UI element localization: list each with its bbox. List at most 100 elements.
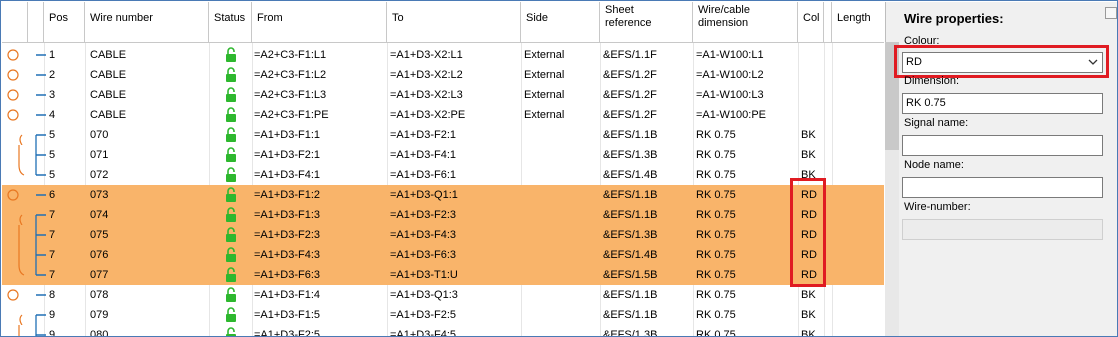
cell-sheet-reference[interactable]: &EFS/1.1F	[603, 45, 657, 65]
table-row[interactable]: 4 CABLE =A2+C3-F1:PE =A1+D3-X2:PE External &E…	[2, 105, 884, 125]
cell-sheet-reference[interactable]: &EFS/1.1B	[603, 285, 657, 305]
cell-from[interactable]: =A1+D3-F1:1	[254, 125, 320, 145]
cell-dimension[interactable]: RK 0.75	[696, 285, 736, 305]
cell-to[interactable]: =A1+D3-X2:L2	[390, 65, 463, 85]
cell-sheet-reference[interactable]: &EFS/1.3B	[603, 225, 657, 245]
cell-to[interactable]: =A1+D3-F2:3	[390, 205, 456, 225]
cell-wire-number[interactable]: 075	[90, 225, 108, 245]
cell-wire-number[interactable]: 074	[90, 205, 108, 225]
cell-to[interactable]: =A1+D3-X2:L1	[390, 45, 463, 65]
cell-to[interactable]: =A1+D3-F2:1	[390, 125, 456, 145]
unlocked-status-icon[interactable]	[225, 87, 237, 103]
cell-dimension[interactable]: =A1-W100:PE	[696, 105, 766, 125]
cell-wire-number[interactable]: CABLE	[90, 85, 126, 105]
header-to[interactable]: To	[387, 2, 521, 43]
header-sheet-reference[interactable]: Sheet reference	[600, 2, 693, 43]
cell-wire-number[interactable]: 077	[90, 265, 108, 285]
cell-from[interactable]: =A1+D3-F6:3	[254, 265, 320, 285]
cell-to[interactable]: =A1+D3-F2:5	[390, 305, 456, 325]
cell-colour[interactable]: BK	[801, 125, 816, 145]
cell-to[interactable]: =A1+D3-T1:U	[390, 265, 458, 285]
cell-pos[interactable]: 1	[49, 45, 55, 65]
cell-side[interactable]: External	[524, 45, 564, 65]
cell-from[interactable]: =A1+D3-F4:1	[254, 165, 320, 185]
table-row[interactable]: 9 079 =A1+D3-F1:5 =A1+D3-F2:5 &EFS/1.1B RK 0.…	[2, 305, 884, 325]
header-length[interactable]: Length	[832, 2, 884, 43]
header-pos[interactable]: Pos	[44, 2, 85, 43]
cell-to[interactable]: =A1+D3-X2:PE	[390, 105, 465, 125]
cell-to[interactable]: =A1+D3-Q1:3	[390, 285, 458, 305]
cell-wire-number[interactable]: 076	[90, 245, 108, 265]
cell-pos[interactable]: 9	[49, 305, 55, 325]
header-status[interactable]: Status	[209, 2, 252, 43]
cell-pos[interactable]: 4	[49, 105, 55, 125]
signal-name-field[interactable]	[902, 135, 1103, 156]
cell-to[interactable]: =A1+D3-F4:1	[390, 145, 456, 165]
header-colour[interactable]: Col	[798, 2, 824, 43]
header-side[interactable]: Side	[521, 2, 600, 43]
cell-sheet-reference[interactable]: &EFS/1.1B	[603, 205, 657, 225]
cell-sheet-reference[interactable]: &EFS/1.3B	[603, 145, 657, 165]
panel-close-icon[interactable]	[1105, 7, 1117, 19]
unlocked-status-icon[interactable]	[225, 187, 237, 203]
cell-dimension[interactable]: =A1-W100:L3	[696, 85, 764, 105]
unlocked-status-icon[interactable]	[225, 227, 237, 243]
cell-pos[interactable]: 3	[49, 85, 55, 105]
cell-pos[interactable]: 7	[49, 245, 55, 265]
cell-from[interactable]: =A2+C3-F1:PE	[254, 105, 329, 125]
cell-from[interactable]: =A2+C3-F1:L3	[254, 85, 326, 105]
cell-dimension[interactable]: RK 0.75	[696, 305, 736, 325]
table-row[interactable]: 5 072 =A1+D3-F4:1 =A1+D3-F6:1 &EFS/1.4B RK 0.…	[2, 165, 884, 185]
table-row[interactable]: 7 075 =A1+D3-F2:3 =A1+D3-F4:3 &EFS/1.3B RK 0.…	[2, 225, 884, 245]
table-row[interactable]: 8 078 =A1+D3-F1:4 =A1+D3-Q1:3 &EFS/1.1B RK 0.…	[2, 285, 884, 305]
unlocked-status-icon[interactable]	[225, 307, 237, 323]
table-row[interactable]: 9 080 =A1+D3-F2:5 =A1+D3-F4:5 &EFS/1.3B RK 0.…	[2, 325, 884, 337]
unlocked-status-icon[interactable]	[225, 47, 237, 63]
header-from[interactable]: From	[252, 2, 387, 43]
cell-side[interactable]: External	[524, 85, 564, 105]
cell-side[interactable]: External	[524, 105, 564, 125]
cell-wire-number[interactable]: 070	[90, 125, 108, 145]
cell-from[interactable]: =A1+D3-F1:2	[254, 185, 320, 205]
cell-from[interactable]: =A1+D3-F2:5	[254, 325, 320, 336]
table-row[interactable]: 2 CABLE =A2+C3-F1:L2 =A1+D3-X2:L2 External &E…	[2, 65, 884, 85]
table-row[interactable]: 5 071 =A1+D3-F2:1 =A1+D3-F4:1 &EFS/1.3B RK 0.…	[2, 145, 884, 165]
cell-to[interactable]: =A1+D3-Q1:1	[390, 185, 458, 205]
table-row[interactable]: 1 CABLE =A2+C3-F1:L1 =A1+D3-X2:L1 External &E…	[2, 45, 884, 65]
cell-from[interactable]: =A1+D3-F1:4	[254, 285, 320, 305]
cell-to[interactable]: =A1+D3-F6:1	[390, 165, 456, 185]
cell-colour[interactable]: BK	[801, 305, 816, 325]
cell-wire-number[interactable]: CABLE	[90, 65, 126, 85]
unlocked-status-icon[interactable]	[225, 207, 237, 223]
cell-from[interactable]: =A1+D3-F2:3	[254, 225, 320, 245]
cell-dimension[interactable]: RK 0.75	[696, 165, 736, 185]
cell-dimension[interactable]: RK 0.75	[696, 125, 736, 145]
cell-pos[interactable]: 7	[49, 265, 55, 285]
cell-from[interactable]: =A1+D3-F4:3	[254, 245, 320, 265]
cell-sheet-reference[interactable]: &EFS/1.3B	[603, 325, 657, 336]
unlocked-status-icon[interactable]	[225, 107, 237, 123]
cell-dimension[interactable]: RK 0.75	[696, 245, 736, 265]
table-row[interactable]: 7 076 =A1+D3-F4:3 =A1+D3-F6:3 &EFS/1.4B RK 0.…	[2, 245, 884, 265]
cell-wire-number[interactable]: 078	[90, 285, 108, 305]
cell-colour[interactable]: BK	[801, 285, 816, 305]
cell-sheet-reference[interactable]: &EFS/1.1B	[603, 125, 657, 145]
cell-wire-number[interactable]: 073	[90, 185, 108, 205]
table-row[interactable]: 7 077 =A1+D3-F6:3 =A1+D3-T1:U &EFS/1.5B RK 0.…	[2, 265, 884, 285]
cell-sheet-reference[interactable]: &EFS/1.5B	[603, 265, 657, 285]
cell-dimension[interactable]: RK 0.75	[696, 225, 736, 245]
cell-wire-number[interactable]: 071	[90, 145, 108, 165]
cell-from[interactable]: =A1+D3-F1:5	[254, 305, 320, 325]
cell-wire-number[interactable]: 079	[90, 305, 108, 325]
cell-sheet-reference[interactable]: &EFS/1.2F	[603, 65, 657, 85]
unlocked-status-icon[interactable]	[225, 327, 237, 337]
cell-pos[interactable]: 2	[49, 65, 55, 85]
cell-to[interactable]: =A1+D3-X2:L3	[390, 85, 463, 105]
cell-sheet-reference[interactable]: &EFS/1.4B	[603, 245, 657, 265]
cell-pos[interactable]: 5	[49, 145, 55, 165]
cell-to[interactable]: =A1+D3-F6:3	[390, 245, 456, 265]
header-wire-number[interactable]: Wire number	[85, 2, 209, 43]
cell-wire-number[interactable]: 072	[90, 165, 108, 185]
cell-pos[interactable]: 5	[49, 125, 55, 145]
cell-from[interactable]: =A1+D3-F1:3	[254, 205, 320, 225]
